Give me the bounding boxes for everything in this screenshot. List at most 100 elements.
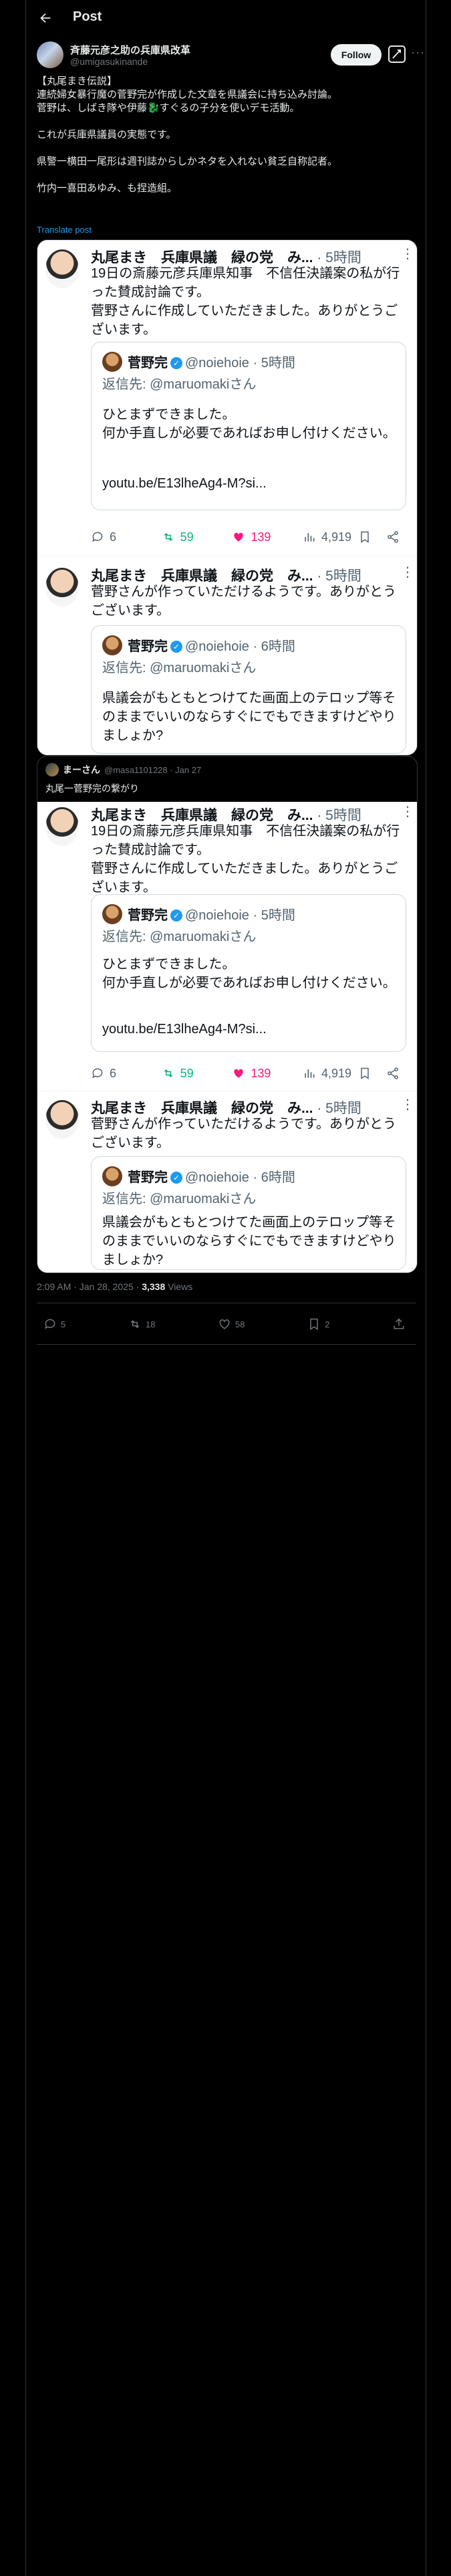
q-screenshot-views: 4,919 (303, 1067, 351, 1081)
verified-icon: ✓ (170, 357, 182, 369)
card-text-2: 県議会がもともとつけてた画面上のテロップ等そのままでいいのならすぐにでもできます… (102, 691, 396, 743)
views-label: Views (168, 1281, 193, 1292)
card-link: youtu.be/E13lheAg4-M?si... (102, 476, 267, 491)
repost-count: 18 (145, 1319, 156, 1329)
card-reply-to-2: 返信先: @maruomakiさん (102, 661, 257, 675)
screenshot-name-2: 丸尾まき 兵庫県議 緑の党 み... (91, 568, 313, 584)
screenshot-time: · 5時間 (317, 250, 361, 265)
author-avatar[interactable] (37, 41, 63, 68)
verified-icon-2: ✓ (170, 641, 182, 653)
follow-button[interactable]: Follow (331, 44, 382, 66)
screenshot-share (386, 530, 405, 544)
bookmark-icon (361, 1067, 369, 1079)
bookmark-button[interactable]: 2 (307, 1317, 329, 1331)
like-button[interactable]: 58 (218, 1317, 245, 1331)
heart-icon (234, 532, 244, 542)
q-verified-icon: ✓ (170, 909, 182, 922)
q-card-link: youtu.be/E13lheAg4-M?si... (102, 1022, 267, 1037)
screenshot-quoted-card-2: 菅野完 ✓ @noiehoie · 6時間 返信先: @maruomakiさん 県議… (91, 625, 406, 754)
quoted-name: まーさん (63, 764, 100, 775)
retweet-icon (164, 532, 173, 542)
q-screenshot-retweet: 59 (162, 1067, 233, 1081)
main-column: Post 斉藤元彦之助の兵庫県改革 @umigasukinande Follow… (25, 0, 426, 2576)
card-name: 菅野完 (128, 356, 168, 370)
card-name-2: 菅野完 (128, 639, 168, 654)
reply-icon (92, 1068, 103, 1079)
q-screenshot-avatar (45, 807, 79, 846)
reply-button[interactable]: 5 (43, 1317, 65, 1331)
screenshot-views: 4,919 (303, 530, 351, 544)
screenshot-text: 19日の斎藤元彦兵庫県知事 不信任決議案の私が行った賛成討論です。 菅野さんに作… (91, 266, 400, 337)
q-screenshot-bookmark (358, 1067, 377, 1080)
screenshot-reply: 6 (91, 530, 162, 544)
q-card-name-2: 菅野完 (128, 1170, 168, 1185)
q-screenshot-reply: 6 (91, 1067, 162, 1081)
card-reply-to: 返信先: @maruomakiさん (102, 377, 257, 392)
top-bar: Post (26, 0, 427, 35)
tweet-screenshot: 丸尾まき 兵庫県議 緑の党 み... · 5時間 ⋮ 19日の斎藤元彦兵庫県知事… (37, 240, 417, 755)
reply-icon (45, 1319, 55, 1329)
q-screenshot-more-icon-2: ⋮ (401, 1097, 414, 1112)
quoted-tweet-screenshot: 丸尾まき 兵庫県議 緑の党 み... · 5時間 ⋮ 19日の斎藤元彦兵庫県知事… (37, 802, 417, 1273)
q-screenshot-time-2: · 5時間 (317, 1101, 361, 1116)
card-avatar (102, 352, 122, 372)
q-card-avatar (102, 904, 122, 924)
post-text: 【丸尾まき伝説】 連続婦女暴行魔の菅野完が作成した文章を県議会に持ち込み討論。 … (37, 76, 338, 194)
card-handle: @noiehoie · 5時間 (185, 356, 295, 370)
author-name[interactable]: 斉藤元彦之助の兵庫県改革 (70, 43, 190, 57)
q-card-reply-to: 返信先: @maruomakiさん (102, 930, 257, 944)
repost-button[interactable]: 18 (128, 1317, 155, 1331)
q-card-handle: @noiehoie · 5時間 (185, 908, 295, 923)
share-icon (388, 1067, 398, 1079)
bookmark-icon (310, 1318, 318, 1330)
like-count: 58 (235, 1319, 245, 1329)
page-title: Post (73, 9, 102, 24)
q-card-text: ひとまずできました。 何か手直しが必要であればお申し付けください。 (102, 957, 396, 990)
q-screenshot-time: · 5時間 (317, 808, 361, 823)
card-avatar-2 (102, 635, 122, 655)
translate-post-link[interactable]: Translate post (37, 225, 92, 235)
quoted-post[interactable]: まーさん @masa1101228 · Jan 27 丸尾一菅野完の繋がり 丸尾… (37, 756, 418, 1273)
retweet-icon (164, 1069, 173, 1078)
screenshot-name: 丸尾まき 兵庫県議 緑の党 み... (91, 250, 313, 265)
q-card-name: 菅野完 (128, 908, 168, 923)
q-screenshot-quoted-card: 菅野完 ✓ @noiehoie · 5時間 返信先: @maruomakiさん ひと… (91, 894, 406, 1052)
author-row: 斉藤元彦之助の兵庫県改革 @umigasukinande Follow ··· (37, 41, 424, 71)
more-icon[interactable]: ··· (411, 45, 425, 60)
q-screenshot-name: 丸尾まき 兵庫県議 緑の党 み... (91, 808, 313, 823)
author-handle[interactable]: @umigasukinande (70, 56, 148, 67)
q-card-handle-2: @noiehoie · 6時間 (185, 1170, 295, 1185)
views-icon (305, 533, 315, 542)
screenshot-more-icon: ⋮ (401, 247, 414, 261)
bookmark-count: 2 (325, 1319, 330, 1329)
q-screenshot-actions: 6 59 139 4,919 (91, 1064, 405, 1083)
views-count: 3,338 (142, 1281, 166, 1292)
quoted-image[interactable]: 丸尾まき 兵庫県議 緑の党 み... · 5時間 ⋮ 19日の斎藤元彦兵庫県知事… (37, 802, 417, 1273)
screenshot-text-2: 菅野さんが作っていただけるようです。ありがとうございます。 (91, 584, 396, 618)
divider-bottom (37, 1344, 416, 1345)
post-actions: 5 18 58 2 (37, 1311, 416, 1337)
quoted-header: まーさん @masa1101228 · Jan 27 (45, 763, 201, 776)
back-arrow-icon[interactable] (38, 11, 53, 25)
q-screenshot-more-icon: ⋮ (401, 804, 414, 819)
grok-icon[interactable] (388, 45, 406, 63)
screenshot-avatar (45, 249, 79, 288)
quoted-handle: @masa1101228 · Jan 27 (104, 764, 202, 775)
share-icon (394, 1318, 404, 1329)
card-text: ひとまずできました。 何か手直しが必要であればお申し付けください。 (102, 407, 396, 441)
share-button[interactable] (392, 1317, 410, 1331)
reply-icon (92, 532, 103, 542)
screenshot-more-icon-2: ⋮ (401, 565, 414, 580)
post-timestamp[interactable]: 2:09 AM · Jan 28, 2025 (37, 1281, 134, 1292)
quoted-text: 丸尾一菅野完の繋がり (45, 783, 139, 794)
q-screenshot-avatar-2 (45, 1100, 79, 1139)
post-image[interactable]: 丸尾まき 兵庫県議 緑の党 み... · 5時間 ⋮ 19日の斎藤元彦兵庫県知事… (37, 239, 418, 756)
screenshot-actions: 6 59 139 4,919 (91, 528, 405, 546)
screenshot-time-2: · 5時間 (317, 568, 361, 584)
screenshot-like: 139 (232, 530, 303, 544)
q-screenshot-text: 19日の斎藤元彦兵庫県知事 不信任決議案の私が行った賛成討論です。 菅野さんに作… (91, 824, 400, 895)
views-icon (305, 1069, 315, 1078)
heart-icon (219, 1319, 230, 1329)
screenshot-retweet: 59 (162, 530, 233, 544)
q-screenshot-share (386, 1067, 405, 1080)
